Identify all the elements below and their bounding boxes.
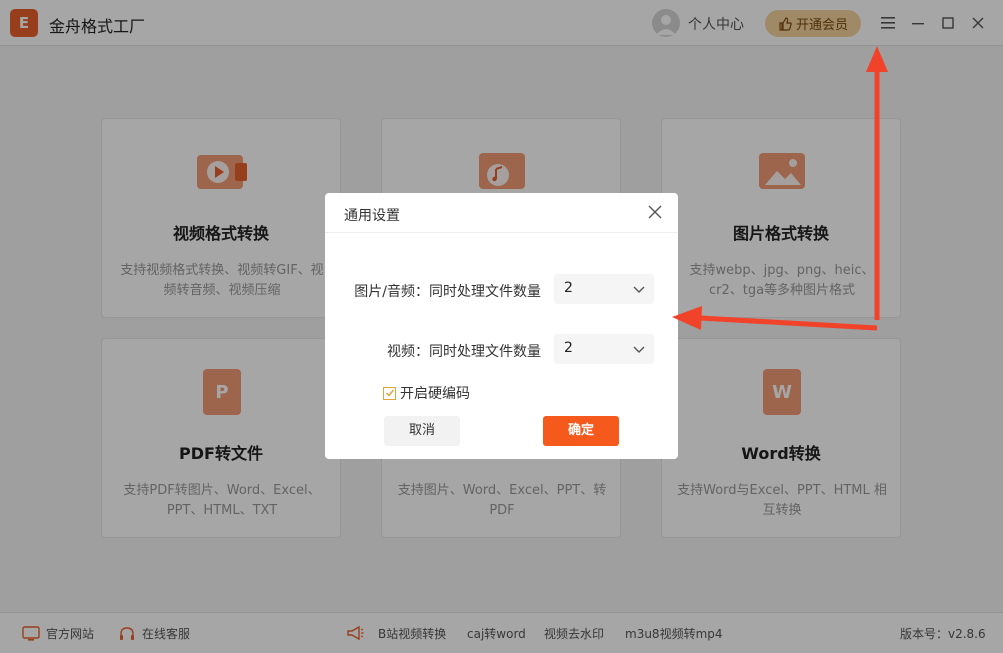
chevron-down-icon [633, 286, 645, 293]
dialog-header: 通用设置 [325, 193, 678, 233]
hardware-encoding-checkbox[interactable] [383, 386, 396, 400]
image-audio-concurrency-label: 图片/音频：同时处理文件数量 [354, 284, 541, 300]
video-concurrency-label: 视频：同时处理文件数量 [387, 344, 541, 360]
chevron-down-icon [633, 346, 645, 353]
cancel-button[interactable]: 取消 [384, 416, 460, 446]
select-value: 2 [564, 340, 573, 356]
confirm-button[interactable]: 确定 [543, 416, 619, 446]
settings-dialog: 通用设置 图片/音频：同时处理文件数量 2 视频：同时处理文件数量 2 开启硬编… [325, 193, 678, 459]
dialog-close-icon[interactable] [644, 201, 666, 223]
hardware-encoding-label: 开启硬编码 [400, 386, 470, 402]
dialog-title: 通用设置 [344, 208, 400, 224]
select-value: 2 [564, 280, 573, 296]
video-concurrency-select[interactable]: 2 [554, 334, 654, 364]
hardware-encoding-option[interactable]: 开启硬编码 [383, 383, 470, 403]
image-audio-concurrency-select[interactable]: 2 [554, 274, 654, 304]
